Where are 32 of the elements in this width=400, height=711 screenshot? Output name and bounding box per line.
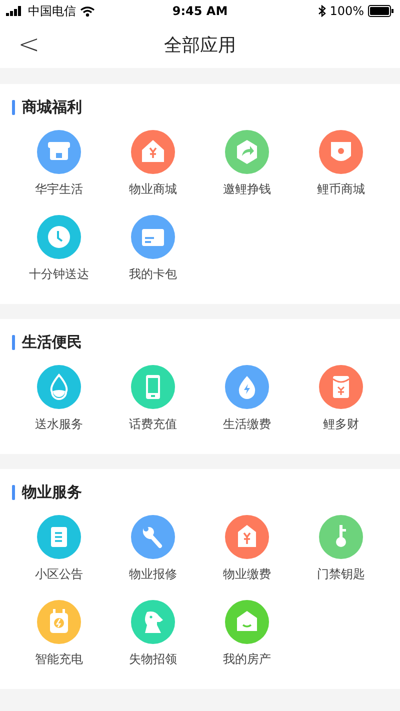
app-label[interactable]: 生活缴费 — [223, 416, 271, 433]
app-label[interactable]: 物业缴费 — [223, 566, 271, 583]
signal-icon — [6, 6, 24, 16]
section-title: 物业服务 — [22, 482, 82, 502]
app-label[interactable]: 物业报修 — [129, 566, 177, 583]
page-title: 全部应用 — [164, 34, 236, 57]
app-label[interactable]: 话费充值 — [129, 416, 177, 433]
section-title: 商城福利 — [22, 98, 82, 116]
section-marker — [12, 100, 15, 114]
app-label[interactable]: 送水服务 — [35, 416, 83, 433]
app-label[interactable]: 小区公告 — [35, 566, 83, 583]
app-label[interactable]: 华宇生活 — [35, 181, 83, 198]
app-label[interactable]: 邀鲤挣钱 — [223, 181, 271, 198]
carrier-name: 中国电信 — [28, 2, 76, 20]
app-label[interactable]: 我的房产 — [223, 651, 271, 668]
battery-icon — [368, 5, 394, 17]
app-label[interactable]: 十分钟送达 — [29, 266, 89, 283]
section-title: 生活便民 — [22, 332, 82, 352]
app-label[interactable]: 鲤多财 — [323, 416, 359, 433]
app-label[interactable]: 物业商城 — [129, 181, 177, 198]
wifi-icon — [80, 6, 95, 16]
section-marker — [12, 334, 15, 350]
section-marker — [12, 484, 15, 500]
app-label[interactable]: 门禁钥匙 — [317, 566, 365, 583]
app-label[interactable]: 失物招领 — [129, 651, 177, 668]
battery-percent: 100% — [330, 4, 364, 18]
app-label[interactable]: 我的卡包 — [129, 266, 177, 283]
app-label[interactable]: 智能充电 — [35, 651, 83, 668]
bluetooth-icon — [318, 5, 326, 17]
back-button[interactable]: < — [12, 30, 46, 60]
app-label[interactable]: 鲤币商城 — [317, 181, 365, 198]
clock-time: 9:45 AM — [172, 4, 228, 18]
